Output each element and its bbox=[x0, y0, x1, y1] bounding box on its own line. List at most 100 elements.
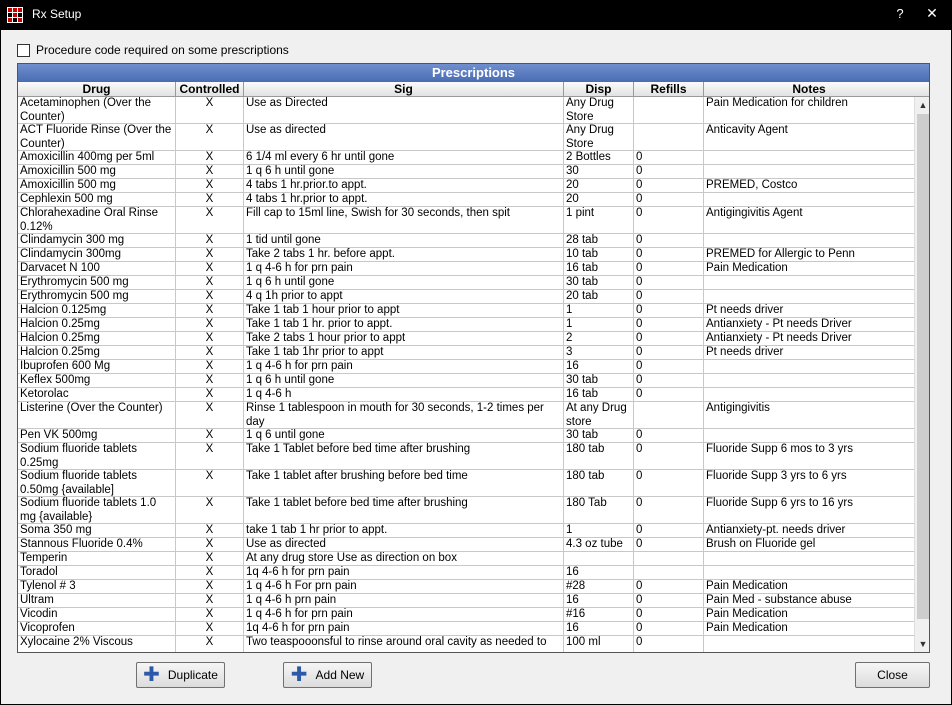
cell-refills[interactable]: 0 bbox=[634, 636, 704, 652]
cell-refills[interactable]: 0 bbox=[634, 443, 704, 469]
cell-controlled[interactable]: X bbox=[176, 248, 244, 261]
scroll-up-icon[interactable]: ▲ bbox=[915, 97, 929, 114]
cell-refills[interactable] bbox=[634, 124, 704, 150]
table-row[interactable]: Erythromycin 500 mg X 4 q 1h prior to appt… bbox=[18, 290, 914, 304]
cell-sig[interactable]: 1 q 4-6 h prn pain bbox=[244, 594, 564, 607]
cell-refills[interactable]: 0 bbox=[634, 165, 704, 178]
cell-sig[interactable]: Use as Directed bbox=[244, 97, 564, 123]
cell-disp[interactable]: #28 bbox=[564, 580, 634, 593]
cell-controlled[interactable]: X bbox=[176, 151, 244, 164]
cell-drug[interactable]: Halcion 0.25mg bbox=[18, 332, 176, 345]
cell-controlled[interactable]: X bbox=[176, 594, 244, 607]
cell-notes[interactable] bbox=[704, 165, 914, 178]
cell-refills[interactable]: 0 bbox=[634, 538, 704, 551]
cell-disp[interactable]: 1 bbox=[564, 304, 634, 317]
cell-sig[interactable]: At any drug store Use as direction on bo… bbox=[244, 552, 564, 565]
table-row[interactable]: Vicodin X 1 q 4-6 h for prn pain #16 0 Pain M… bbox=[18, 608, 914, 622]
cell-refills[interactable]: 0 bbox=[634, 234, 704, 247]
cell-controlled[interactable]: X bbox=[176, 374, 244, 387]
column-header-sig[interactable]: Sig bbox=[244, 82, 564, 97]
cell-refills[interactable]: 0 bbox=[634, 580, 704, 593]
cell-notes[interactable] bbox=[704, 429, 914, 442]
cell-notes[interactable] bbox=[704, 374, 914, 387]
cell-disp[interactable]: 30 tab bbox=[564, 374, 634, 387]
cell-drug[interactable]: Erythromycin 500 mg bbox=[18, 290, 176, 303]
cell-refills[interactable]: 0 bbox=[634, 524, 704, 537]
cell-controlled[interactable]: X bbox=[176, 207, 244, 233]
cell-drug[interactable]: Halcion 0.25mg bbox=[18, 346, 176, 359]
cell-disp[interactable]: 16 bbox=[564, 360, 634, 373]
table-row[interactable]: Ultram X 1 q 4-6 h prn pain 16 0 Pain Med - s… bbox=[18, 594, 914, 608]
cell-controlled[interactable]: X bbox=[176, 276, 244, 289]
cell-refills[interactable]: 0 bbox=[634, 151, 704, 164]
cell-drug[interactable]: Erythromycin 500 mg bbox=[18, 276, 176, 289]
cell-notes[interactable]: Antigingivitis Agent bbox=[704, 207, 914, 233]
cell-controlled[interactable]: X bbox=[176, 636, 244, 652]
cell-sig[interactable]: 1q 4-6 h for prn pain bbox=[244, 622, 564, 635]
table-row[interactable]: Sodium fluoride tablets 0.25mg X Take 1 Ta… bbox=[18, 443, 914, 470]
cell-refills[interactable]: 0 bbox=[634, 193, 704, 206]
cell-sig[interactable]: Take 2 tabs 1 hour prior to appt bbox=[244, 332, 564, 345]
table-row[interactable]: Xylocaine 2% Viscous X Two teaspooonsful t… bbox=[18, 636, 914, 652]
cell-sig[interactable]: Take 1 Tablet before bed time after brus… bbox=[244, 443, 564, 469]
cell-refills[interactable]: 0 bbox=[634, 346, 704, 359]
cell-controlled[interactable]: X bbox=[176, 470, 244, 496]
cell-notes[interactable] bbox=[704, 552, 914, 565]
cell-disp[interactable]: 3 bbox=[564, 346, 634, 359]
cell-disp[interactable]: 20 tab bbox=[564, 290, 634, 303]
table-row[interactable]: Halcion 0.125mg X Take 1 tab 1 hour prior … bbox=[18, 304, 914, 318]
column-header-notes[interactable]: Notes bbox=[704, 82, 914, 97]
cell-controlled[interactable]: X bbox=[176, 124, 244, 150]
cell-sig[interactable]: 4 tabs 1 hr.prior to appt. bbox=[244, 193, 564, 206]
cell-refills[interactable]: 0 bbox=[634, 207, 704, 233]
cell-notes[interactable] bbox=[704, 193, 914, 206]
scroll-thumb[interactable] bbox=[917, 114, 929, 619]
cell-refills[interactable]: 0 bbox=[634, 374, 704, 387]
cell-sig[interactable]: Use as directed bbox=[244, 124, 564, 150]
cell-disp[interactable]: 16 tab bbox=[564, 388, 634, 401]
cell-sig[interactable]: 6 1/4 ml every 6 hr until gone bbox=[244, 151, 564, 164]
cell-drug[interactable]: Sodium fluoride tablets 0.50mg {availabl… bbox=[18, 470, 176, 496]
cell-drug[interactable]: Pen VK 500mg bbox=[18, 429, 176, 442]
table-row[interactable]: Pen VK 500mg X 1 q 6 until gone 30 tab 0 bbox=[18, 429, 914, 443]
cell-refills[interactable] bbox=[634, 97, 704, 123]
cell-refills[interactable]: 0 bbox=[634, 429, 704, 442]
scroll-down-icon[interactable]: ▼ bbox=[915, 636, 929, 652]
cell-disp[interactable]: 16 bbox=[564, 622, 634, 635]
cell-controlled[interactable]: X bbox=[176, 402, 244, 428]
column-header-disp[interactable]: Disp bbox=[564, 82, 634, 97]
cell-refills[interactable]: 0 bbox=[634, 608, 704, 621]
table-row[interactable]: Halcion 0.25mg X Take 2 tabs 1 hour prior … bbox=[18, 332, 914, 346]
table-row[interactable]: Halcion 0.25mg X Take 1 tab 1hr prior to a… bbox=[18, 346, 914, 360]
table-row[interactable]: Amoxicillin 400mg per 5ml X 6 1/4 ml every… bbox=[18, 151, 914, 165]
cell-drug[interactable]: Listerine (Over the Counter) bbox=[18, 402, 176, 428]
cell-notes[interactable]: Pain Medication bbox=[704, 580, 914, 593]
cell-notes[interactable]: Antianxiety - Pt needs Driver bbox=[704, 318, 914, 331]
cell-notes[interactable]: Anticavity Agent bbox=[704, 124, 914, 150]
table-row[interactable]: Sodium fluoride tablets 1.0 mg {availabl… bbox=[18, 497, 914, 524]
table-row[interactable]: Acetaminophen (Over the Counter) X Use as … bbox=[18, 97, 914, 124]
table-row[interactable]: Clindamycin 300mg X Take 2 tabs 1 hr. befo… bbox=[18, 248, 914, 262]
cell-controlled[interactable]: X bbox=[176, 388, 244, 401]
cell-sig[interactable]: take 1 tab 1 hr prior to appt. bbox=[244, 524, 564, 537]
cell-refills[interactable]: 0 bbox=[634, 318, 704, 331]
table-row[interactable]: Clindamycin 300 mg X 1 tid until gone 28 ta… bbox=[18, 234, 914, 248]
cell-notes[interactable]: Pain Medication bbox=[704, 622, 914, 635]
table-row[interactable]: Chlorahexadine Oral Rinse 0.12% X Fill cap… bbox=[18, 207, 914, 234]
cell-disp[interactable]: 4.3 oz tube bbox=[564, 538, 634, 551]
cell-controlled[interactable]: X bbox=[176, 290, 244, 303]
cell-disp[interactable]: 30 tab bbox=[564, 276, 634, 289]
cell-drug[interactable]: Tylenol # 3 bbox=[18, 580, 176, 593]
cell-notes[interactable] bbox=[704, 360, 914, 373]
cell-disp[interactable]: 16 bbox=[564, 594, 634, 607]
cell-drug[interactable]: Xylocaine 2% Viscous bbox=[18, 636, 176, 652]
cell-refills[interactable]: 0 bbox=[634, 622, 704, 635]
cell-drug[interactable]: Sodium fluoride tablets 0.25mg bbox=[18, 443, 176, 469]
cell-notes[interactable] bbox=[704, 151, 914, 164]
cell-disp[interactable]: 30 bbox=[564, 165, 634, 178]
cell-drug[interactable]: Amoxicillin 500 mg bbox=[18, 179, 176, 192]
cell-refills[interactable] bbox=[634, 402, 704, 428]
cell-refills[interactable]: 0 bbox=[634, 388, 704, 401]
cell-disp[interactable]: 2 Bottles bbox=[564, 151, 634, 164]
table-row[interactable]: Halcion 0.25mg X Take 1 tab 1 hr. prior to… bbox=[18, 318, 914, 332]
